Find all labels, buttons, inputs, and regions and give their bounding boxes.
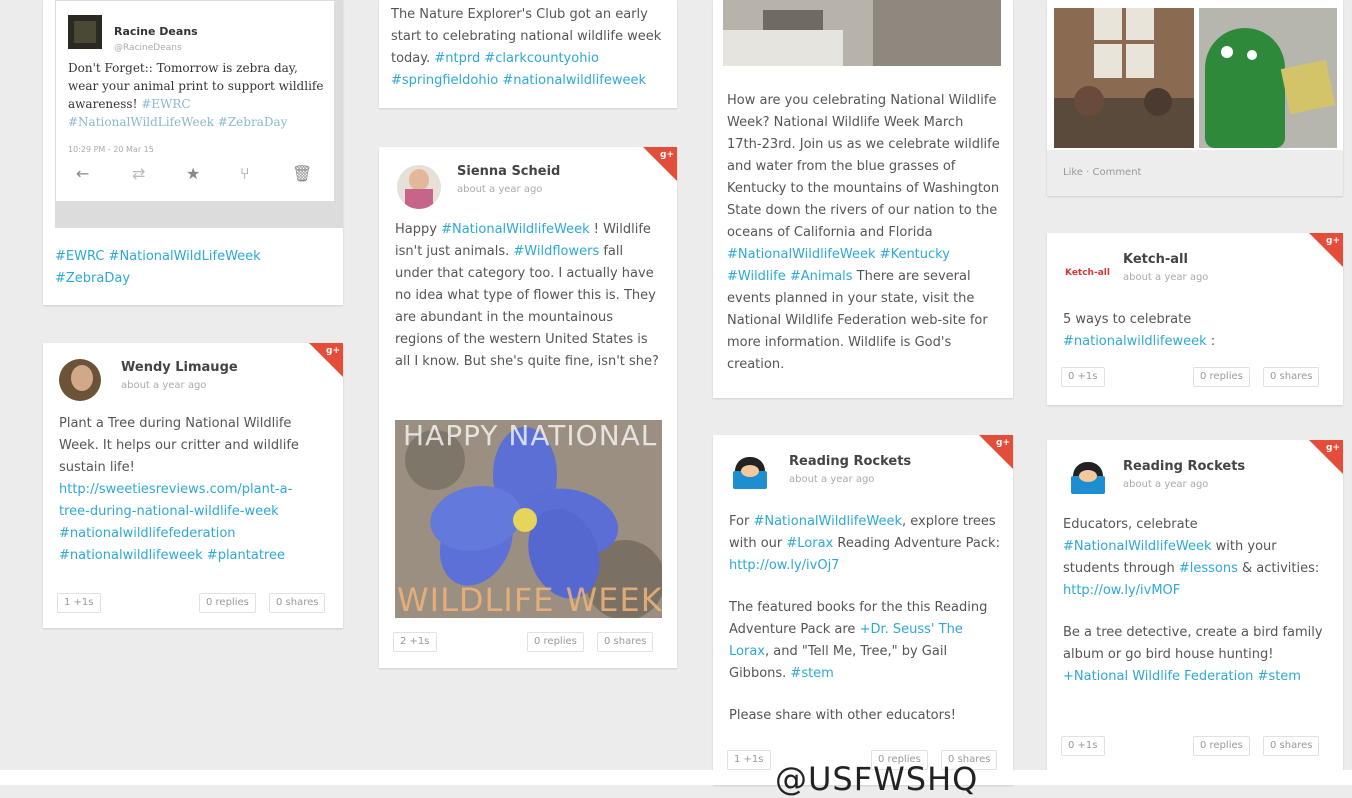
plus-one-button[interactable]: 2 +1s bbox=[393, 632, 437, 652]
post-body: Plant a Tree during National Wildlife We… bbox=[59, 416, 299, 563]
author-name[interactable]: Reading Rockets bbox=[1123, 458, 1245, 476]
post-footer: 0 +1s 0 replies 0 shares bbox=[1061, 367, 1329, 389]
google-plus-icon: g+ bbox=[660, 150, 674, 160]
post-actions[interactable]: Like · Comment bbox=[1047, 150, 1343, 196]
google-plus-icon: g+ bbox=[1326, 443, 1340, 453]
post-card-photos[interactable]: Like · Comment bbox=[1047, 0, 1343, 196]
post-body: Happy #NationalWildlifeWeek ! Wildlife i… bbox=[395, 222, 659, 369]
reading-rockets-logo[interactable] bbox=[1069, 462, 1109, 498]
google-plus-icon: g+ bbox=[326, 346, 340, 356]
post-image-flower[interactable]: HAPPY NATIONAL WILDLIFE WEEK bbox=[395, 420, 662, 618]
post-time[interactable]: about a year ago bbox=[1123, 271, 1208, 285]
reading-rockets-logo[interactable] bbox=[731, 457, 771, 493]
tweet-timestamp: 10:29 PM - 20 Mar 15 bbox=[68, 145, 154, 154]
author-name[interactable]: Sienna Scheid bbox=[457, 163, 560, 181]
share-icon[interactable]: ⑂ bbox=[240, 163, 250, 185]
post-card-reading-rockets-1[interactable]: g+ Reading Rockets about a year ago For … bbox=[713, 435, 1013, 785]
tweet-author-handle[interactable]: @RacineDeans bbox=[114, 37, 182, 59]
plus-one-button[interactable]: 1 +1s bbox=[727, 750, 771, 770]
plus-one-button[interactable]: 0 +1s bbox=[1061, 736, 1105, 756]
shares-button[interactable]: 0 shares bbox=[597, 632, 654, 652]
post-time[interactable]: about a year ago bbox=[121, 379, 206, 393]
author-name[interactable]: Ketch-all bbox=[1123, 251, 1188, 269]
post-body: For #NationalWildlifeWeek, explore trees… bbox=[729, 514, 1000, 723]
post-card-sienna[interactable]: g+ Sienna Scheid about a year ago Happy … bbox=[379, 147, 677, 668]
post-time[interactable]: about a year ago bbox=[1123, 478, 1208, 492]
ketch-all-logo[interactable]: Ketch-all bbox=[1065, 267, 1110, 279]
post-card-nature[interactable]: The Nature Explorer's Club got an early … bbox=[379, 0, 677, 108]
tweet-actions: ← ⇄ ★ ⑂ 🗑 bbox=[76, 163, 326, 187]
post-body: The Nature Explorer's Club got an early … bbox=[391, 7, 662, 88]
post-body: How are you celebrating National Wildlif… bbox=[727, 93, 1000, 372]
shares-button[interactable]: 0 shares bbox=[1263, 736, 1320, 756]
post-card-wendy[interactable]: g+ Wendy Limauge about a year ago Plant … bbox=[43, 343, 343, 628]
replies-button[interactable]: 0 replies bbox=[199, 593, 256, 613]
favorite-icon[interactable]: ★ bbox=[186, 163, 200, 185]
author-name[interactable]: Reading Rockets bbox=[789, 453, 911, 471]
post-time[interactable]: about a year ago bbox=[789, 473, 874, 487]
replies-button[interactable]: 0 replies bbox=[1193, 736, 1250, 756]
post-link[interactable]: http://sweetiesreviews.com/plant-a- bbox=[59, 482, 292, 497]
replies-button[interactable]: 0 replies bbox=[1193, 367, 1250, 387]
google-plus-icon: g+ bbox=[996, 438, 1010, 448]
post-card-reading-rockets-2[interactable]: g+ Reading Rockets about a year ago Educ… bbox=[1047, 440, 1343, 770]
post-image-snow[interactable] bbox=[723, 0, 1001, 66]
post-body: Educators, celebrate #NationalWildlifeWe… bbox=[1063, 517, 1323, 684]
shares-button[interactable]: 0 shares bbox=[1263, 367, 1320, 387]
tweet-embed: Racine Deans @RacineDeans Don't Forget::… bbox=[55, 0, 343, 228]
tweet-text: Don't Forget:: Tomorrow is zebra day, we… bbox=[68, 61, 324, 129]
author-name[interactable]: Wendy Limauge bbox=[121, 359, 238, 377]
image-caption-top: HAPPY NATIONAL bbox=[403, 420, 658, 452]
watermark-handle: @USFWSHQ bbox=[775, 760, 979, 798]
avatar[interactable] bbox=[397, 165, 441, 209]
photo-green-mascot[interactable] bbox=[1199, 8, 1337, 148]
delete-icon[interactable]: 🗑 bbox=[292, 163, 312, 185]
post-footer: 2 +1s 0 replies 0 shares bbox=[393, 632, 663, 654]
reply-icon[interactable]: ← bbox=[76, 163, 89, 185]
replies-button[interactable]: 0 replies bbox=[527, 632, 584, 652]
plus-one-button[interactable]: 1 +1s bbox=[57, 593, 101, 613]
tweet-card[interactable]: Racine Deans @RacineDeans Don't Forget::… bbox=[43, 0, 343, 305]
image-caption-bottom: WILDLIFE WEEK bbox=[397, 581, 662, 618]
retweet-icon[interactable]: ⇄ bbox=[132, 163, 145, 185]
google-plus-icon: g+ bbox=[1326, 236, 1340, 246]
avatar[interactable] bbox=[59, 359, 101, 401]
bottom-strip bbox=[0, 770, 1352, 785]
plus-one-button[interactable]: 0 +1s bbox=[1061, 367, 1105, 387]
post-body: 5 ways to celebrate #nationalwildlifewee… bbox=[1063, 312, 1216, 349]
photo-classroom[interactable] bbox=[1054, 8, 1194, 148]
tweet-avatar bbox=[68, 15, 102, 49]
post-footer: 0 +1s 0 replies 0 shares bbox=[1061, 736, 1329, 758]
post-time[interactable]: about a year ago bbox=[457, 183, 542, 197]
tweet-card-tags: #EWRC #NationalWildLifeWeek #ZebraDay bbox=[55, 249, 261, 286]
shares-button[interactable]: 0 shares bbox=[269, 593, 326, 613]
post-card-celebrate[interactable]: How are you celebrating National Wildlif… bbox=[713, 0, 1013, 398]
post-footer: 1 +1s 0 replies 0 shares bbox=[57, 593, 329, 615]
post-card-ketch-all[interactable]: g+ Ketch-all Ketch-all about a year ago … bbox=[1047, 233, 1343, 405]
